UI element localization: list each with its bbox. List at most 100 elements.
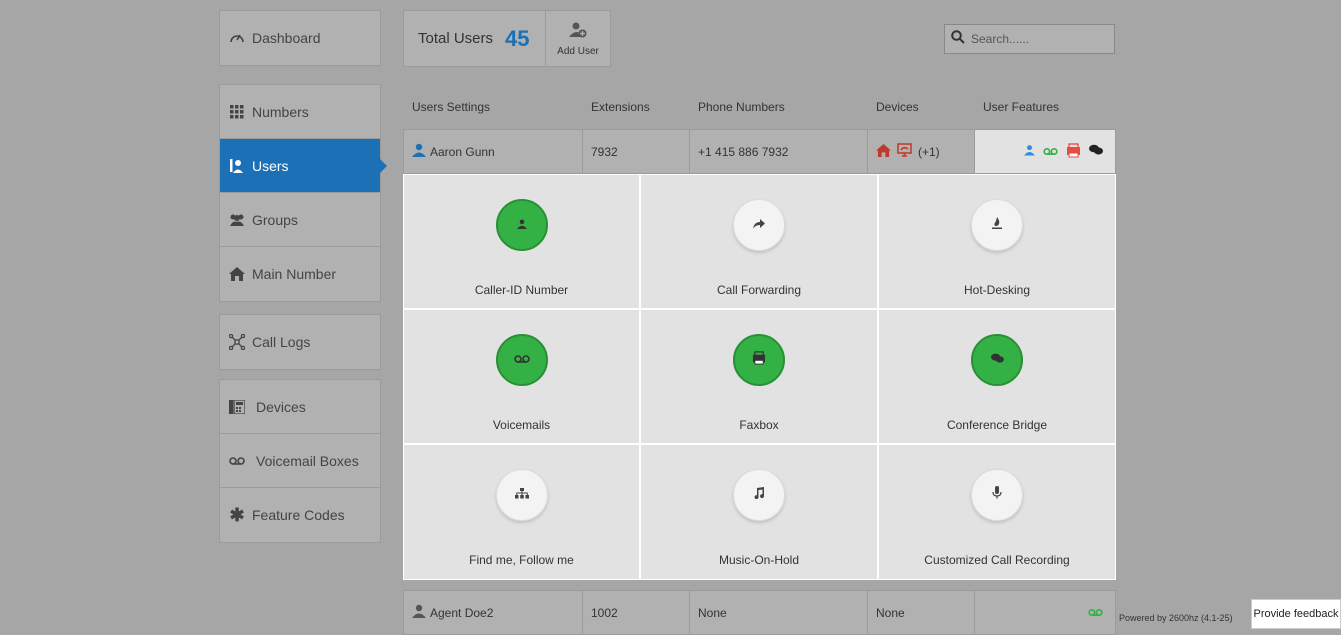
voicemails-toggle[interactable] — [495, 334, 548, 386]
feature-label: Find me, Follow me — [469, 553, 574, 567]
call-recording-toggle[interactable] — [971, 469, 1023, 521]
sidebar-item-label: Main Number — [252, 266, 337, 282]
user-icon — [412, 604, 426, 621]
fax-feature-icon — [1066, 142, 1081, 161]
feature-tile-customized-call-recording[interactable]: Customized Call Recording — [879, 445, 1115, 579]
user-name-cell[interactable]: Agent Doe2 — [404, 591, 583, 634]
nav-group-devices: Devices Voicemail Boxes ✱ Feature Codes — [219, 379, 381, 543]
extension-cell[interactable]: 1002 — [583, 591, 690, 634]
nav-group-logs: Call Logs — [219, 314, 381, 370]
column-header-users-settings: Users Settings — [412, 100, 491, 114]
user-name-cell[interactable]: Aaron Gunn — [404, 130, 583, 173]
group-icon — [229, 212, 245, 228]
feature-label: Faxbox — [739, 418, 779, 432]
home-icon — [229, 266, 245, 282]
search-input[interactable] — [969, 31, 1113, 47]
total-users-count: 45 — [505, 25, 530, 51]
feature-tile-call-forwarding[interactable]: Call Forwarding — [641, 175, 877, 308]
users-icon — [229, 158, 245, 174]
add-user-label: Add User — [557, 45, 599, 57]
total-users-summary: Total Users 45 — [404, 11, 545, 66]
user-icon — [412, 143, 426, 160]
faxbox-toggle[interactable] — [733, 334, 785, 386]
music-icon — [753, 486, 765, 504]
voicemail-icon — [513, 351, 530, 369]
sidebar-item-feature-codes[interactable]: ✱ Feature Codes — [220, 488, 380, 542]
phone-device-icon — [229, 399, 245, 415]
sidebar-item-groups[interactable]: Groups — [220, 193, 380, 247]
column-header-user-features: User Features — [983, 100, 1060, 114]
feature-label: Conference Bridge — [946, 418, 1048, 432]
sidebar-item-voicemail-boxes[interactable]: Voicemail Boxes — [220, 434, 380, 488]
sidebar-item-dashboard[interactable]: Dashboard — [220, 11, 380, 65]
provide-feedback-button[interactable]: Provide feedback — [1251, 599, 1341, 629]
voicemail-feature-icon — [1043, 145, 1058, 159]
feature-label: Call Forwarding — [716, 283, 802, 297]
add-user-icon — [569, 21, 587, 42]
sidebar-item-call-logs[interactable]: Call Logs — [220, 315, 380, 369]
table-row[interactable]: Agent Doe2 1002 None None — [403, 590, 1116, 635]
network-icon — [229, 334, 245, 350]
feature-tile-hot-desking[interactable]: Hot-Desking — [879, 175, 1115, 308]
sidebar-item-label: Feature Codes — [252, 507, 345, 523]
find-me-follow-me-toggle[interactable] — [495, 469, 548, 521]
caller-id-feature-icon — [1024, 144, 1035, 159]
microphone-icon — [992, 486, 1002, 504]
total-users-label: Total Users — [418, 30, 494, 47]
user-name: Agent Doe2 — [430, 605, 494, 620]
chat-icon — [990, 351, 1004, 369]
user-features-grid: Caller-ID Number Call Forwarding Hot-Des… — [403, 174, 1116, 580]
sidebar-item-label: Voicemail Boxes — [256, 452, 359, 469]
nav-group-dashboard: Dashboard — [219, 10, 381, 66]
nav-group-main: Numbers Users Groups Main Number — [219, 84, 387, 302]
table-row[interactable]: Aaron Gunn 7932 +1 415 886 7932 (+1) — [403, 129, 1116, 174]
column-header-devices: Devices — [876, 100, 919, 114]
sidebar-item-label: Dashboard — [252, 30, 321, 46]
sidebar-item-label: Users — [252, 157, 289, 174]
feature-label: Voicemails — [492, 418, 551, 432]
conference-bridge-toggle[interactable] — [971, 334, 1023, 386]
home-device-icon — [876, 143, 891, 160]
sidebar-item-label: Devices — [256, 398, 306, 415]
feature-tile-caller-id[interactable]: Caller-ID Number — [404, 175, 639, 308]
user-features-cell[interactable] — [975, 130, 1115, 173]
devices-cell[interactable]: (+1) — [868, 130, 975, 173]
call-forwarding-toggle[interactable] — [733, 199, 785, 251]
user-name: Aaron Gunn — [430, 144, 495, 159]
sidebar-item-label: Groups — [252, 211, 298, 228]
powered-by-text: Powered by 2600hz (4.1-25) — [1119, 613, 1233, 623]
search-icon — [951, 29, 965, 49]
column-header-phone-numbers: Phone Numbers — [698, 100, 785, 114]
fax-icon — [752, 350, 766, 370]
feature-label: Caller-ID Number — [474, 283, 569, 297]
grid-icon — [229, 104, 245, 120]
phone-number-cell[interactable]: +1 415 886 7932 — [690, 130, 868, 173]
voicemail-feature-icon — [1088, 606, 1103, 620]
sidebar-item-label: Numbers — [252, 103, 309, 120]
feature-label: Hot-Desking — [963, 283, 1031, 297]
sitemap-icon — [514, 486, 529, 504]
user-features-cell[interactable] — [975, 591, 1115, 634]
feature-tile-conference-bridge[interactable]: Conference Bridge — [879, 310, 1115, 443]
sidebar-item-main-number[interactable]: Main Number — [220, 247, 380, 301]
devices-cell[interactable]: None — [868, 591, 975, 634]
feature-tile-music-on-hold[interactable]: Music-On-Hold — [641, 445, 877, 579]
music-on-hold-toggle[interactable] — [733, 469, 785, 521]
feature-tile-faxbox[interactable]: Faxbox — [641, 310, 877, 443]
softphone-device-icon — [897, 143, 912, 160]
fire-icon — [991, 216, 1003, 234]
total-users-panel: Total Users 45 Add User — [403, 10, 611, 67]
sidebar-item-users[interactable]: Users — [220, 139, 387, 193]
hot-desking-toggle[interactable] — [971, 199, 1023, 251]
feature-tile-voicemails[interactable]: Voicemails — [404, 310, 639, 443]
user-icon — [516, 216, 527, 234]
sidebar-item-devices[interactable]: Devices — [220, 380, 380, 434]
feature-label: Music-On-Hold — [718, 553, 799, 567]
feature-tile-find-me-follow-me[interactable]: Find me, Follow me — [404, 445, 639, 579]
extension-cell[interactable]: 7932 — [583, 130, 690, 173]
caller-id-toggle[interactable] — [495, 199, 548, 251]
phone-number-cell[interactable]: None — [690, 591, 868, 634]
add-user-button[interactable]: Add User — [545, 11, 610, 66]
sidebar-item-numbers[interactable]: Numbers — [220, 85, 380, 139]
feature-label: Customized Call Recording — [924, 553, 1070, 567]
